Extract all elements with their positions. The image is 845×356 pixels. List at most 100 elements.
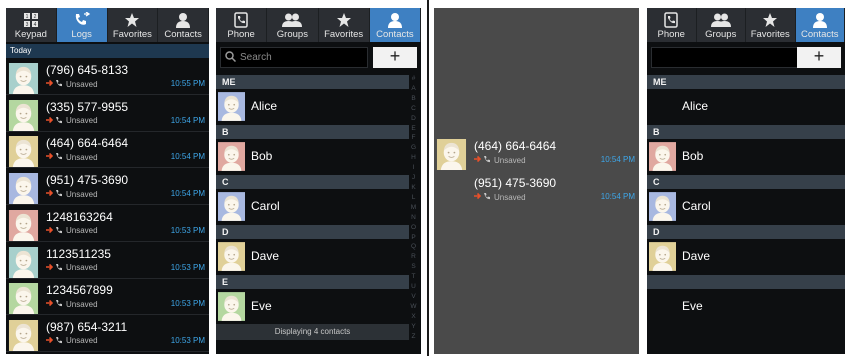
index-letter[interactable]: V	[409, 292, 418, 302]
index-letter[interactable]: J	[409, 173, 418, 183]
index-letter[interactable]: I	[409, 163, 418, 173]
tab-label: Groups	[705, 29, 737, 40]
index-letter[interactable]: M	[409, 203, 418, 213]
log-row[interactable]: (796) 645-8133 Unsaved 10:55 PM	[6, 59, 209, 95]
missed-call-icon	[46, 336, 64, 346]
tab-contacts[interactable]: Contacts	[369, 8, 421, 42]
index-letter[interactable]: #	[409, 74, 418, 84]
contact-row[interactable]: Dave	[216, 239, 409, 275]
index-letter[interactable]: Z	[409, 332, 418, 342]
index-letter[interactable]: F	[409, 133, 418, 143]
tab-phone[interactable]: Phone	[216, 8, 268, 42]
tab-favorites[interactable]: Favorites	[108, 8, 159, 42]
contact-avatar	[649, 141, 676, 172]
contact-row[interactable]: Bob	[216, 139, 409, 175]
tab-phone[interactable]: Phone	[647, 8, 697, 42]
index-letter[interactable]: C	[409, 104, 418, 114]
tab-contacts[interactable]: Contacts	[795, 8, 845, 42]
contact-name: Dave	[682, 249, 711, 263]
call-time: 10:54 PM	[600, 192, 635, 201]
index-letter[interactable]: O	[409, 223, 418, 233]
log-row[interactable]: (335) 577-9955 Unsaved 10:54 PM	[6, 96, 209, 132]
contact-name: Dave	[251, 249, 280, 263]
index-letter[interactable]: R	[409, 252, 418, 262]
contact-name: Eve	[251, 299, 272, 313]
log-row[interactable]: 1234567899 Unsaved 10:53 PM	[6, 279, 209, 316]
search-input[interactable]: Search	[220, 47, 368, 68]
index-letter[interactable]: D	[409, 114, 418, 124]
tab-groups[interactable]: Groups	[267, 8, 319, 42]
index-letter[interactable]: L	[409, 193, 418, 203]
log-row[interactable]: 1123511235 Unsaved 10:53 PM	[6, 243, 209, 279]
groups-icon	[710, 10, 731, 29]
call-status: Unsaved	[46, 189, 98, 199]
contact-avatar	[218, 141, 245, 172]
phone-number: (796) 645-8133	[46, 63, 129, 77]
tab-favorites[interactable]: Favorites	[746, 8, 796, 42]
status-label: Unsaved	[66, 79, 98, 89]
contact-avatar	[8, 319, 39, 351]
add-contact-button[interactable]: +	[797, 47, 841, 68]
alphabet-index[interactable]: # A B C D E F G H I J K L M N O P Q R S T U V W X Y Z	[409, 74, 418, 341]
tab-label: Favorites	[112, 29, 152, 40]
tab-label: Contacts	[376, 29, 414, 40]
phone-number: 1234567899	[46, 283, 113, 298]
call-time: 10:54 PM	[170, 152, 205, 162]
contact-avatar	[8, 99, 39, 131]
call-time: 10:53 PM	[170, 299, 205, 309]
index-letter[interactable]: X	[409, 312, 418, 322]
search-icon	[225, 50, 237, 65]
index-letter[interactable]: N	[409, 213, 418, 223]
log-row[interactable]: (951) 475-3690 Unsaved 10:54 PM	[6, 169, 209, 206]
log-row[interactable]: (464) 664-6464 Unsaved 10:54 PM	[6, 132, 209, 169]
index-letter[interactable]: Q	[409, 242, 418, 252]
star-icon	[762, 10, 778, 29]
log-row[interactable]: (464) 664-6464 Unsaved 10:54 PM	[434, 135, 639, 171]
index-letter[interactable]: K	[409, 183, 418, 193]
contact-row[interactable]: Dave	[647, 239, 845, 275]
contact-row[interactable]: Eve	[216, 289, 409, 325]
index-letter[interactable]: W	[409, 302, 418, 312]
logs-icon	[73, 10, 91, 29]
status-label: Unsaved	[494, 192, 526, 202]
phone-number: (951) 475-3690	[46, 173, 129, 188]
tab-groups[interactable]: Groups	[697, 8, 746, 42]
index-letter[interactable]: S	[409, 262, 418, 272]
contact-avatar	[649, 241, 676, 272]
tab-label: Phone	[657, 29, 685, 40]
contact-row[interactable]: Carol	[647, 189, 845, 225]
index-letter[interactable]: P	[409, 233, 418, 243]
index-letter[interactable]: A	[409, 84, 418, 94]
index-letter[interactable]: U	[409, 282, 418, 292]
tab-favorites[interactable]: Favorites	[319, 8, 370, 42]
index-letter[interactable]: Y	[409, 322, 418, 332]
contact-row[interactable]: Alice	[647, 89, 845, 125]
add-contact-button[interactable]: +	[373, 47, 417, 68]
index-letter[interactable]: G	[409, 143, 418, 153]
group-header: ME	[216, 75, 409, 89]
contact-row[interactable]: Bob	[647, 139, 845, 175]
log-row[interactable]: (987) 654-3211 Unsaved 10:53 PM	[6, 316, 209, 352]
tab-keypad[interactable]: 1234 Keypad	[6, 8, 57, 42]
tab-bar: Phone Groups Favorites Contacts	[216, 8, 421, 42]
contact-row[interactable]: Carol	[216, 189, 409, 225]
index-letter[interactable]: H	[409, 153, 418, 163]
search-input[interactable]	[651, 47, 799, 68]
index-letter[interactable]: E	[409, 124, 418, 134]
contact-row[interactable]: Eve	[647, 289, 845, 325]
contact-row[interactable]: Alice	[216, 89, 409, 125]
tab-contacts[interactable]: Contacts	[158, 8, 209, 42]
index-letter[interactable]: B	[409, 94, 418, 104]
tab-logs[interactable]: Logs	[56, 8, 108, 42]
keypad-icon: 1234	[23, 10, 39, 29]
index-letter[interactable]: T	[409, 272, 418, 282]
missed-call-icon	[46, 116, 64, 126]
log-row[interactable]: 1248163264 Unsaved 10:53 PM	[6, 206, 209, 242]
contact-avatar	[218, 91, 245, 122]
tab-label: Favorites	[750, 29, 790, 40]
log-row[interactable]: (951) 475-3690 Unsaved 10:54 PM	[434, 172, 639, 208]
group-header: ME	[647, 75, 845, 89]
missed-call-icon	[46, 226, 64, 236]
contact-avatar	[8, 283, 39, 315]
section-header-today: Today	[6, 44, 209, 58]
